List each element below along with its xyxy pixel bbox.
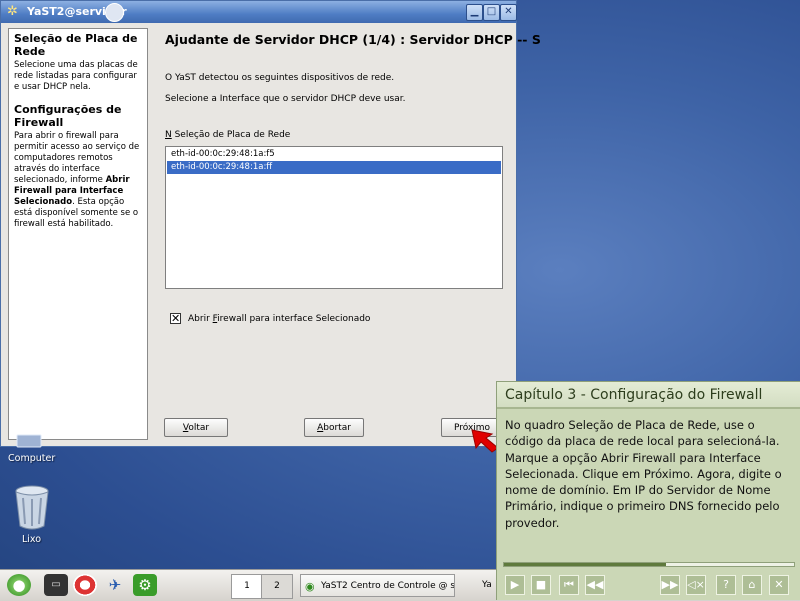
- task-yast-control-center[interactable]: ◉ YaST2 Centro de Controle @ s: [300, 574, 455, 597]
- list-item-device[interactable]: eth-id-00:0c:29:48:1a:f5: [167, 148, 501, 161]
- maximize-icon[interactable]: □: [483, 4, 500, 21]
- rewind-icon[interactable]: ◀◀: [585, 575, 605, 595]
- help-title-network-card: Seleção de Placa de Rede: [14, 32, 138, 58]
- help-text-network-card: Selecione uma das placas de rede listada…: [14, 60, 138, 92]
- workspace-2[interactable]: 2: [261, 574, 293, 599]
- yast-icon[interactable]: ⚙: [133, 574, 157, 596]
- trash-label[interactable]: Lixo: [22, 534, 41, 545]
- tutorial-progress-bar[interactable]: [503, 562, 795, 567]
- network-icon[interactable]: ✈: [103, 574, 127, 596]
- close-icon[interactable]: ✕: [769, 575, 789, 595]
- suse-hat-icon: [105, 3, 124, 22]
- select-interface-text: Selecione a Interface que o servidor DHC…: [165, 94, 406, 104]
- yast-small-icon: ◉: [305, 580, 315, 593]
- page-title: Ajudante de Servidor DHCP (1/4) : Servid…: [165, 32, 541, 47]
- tutorial-progress-fill: [504, 563, 667, 566]
- close-icon[interactable]: ✕: [500, 4, 517, 21]
- tutorial-title: Capítulo 3 - Configuração do Firewall: [497, 382, 800, 409]
- workspace-1[interactable]: 1: [231, 574, 263, 599]
- detected-devices-text: O YaST detectou os seguintes dispositivo…: [165, 73, 395, 83]
- help-text-firewall: Para abrir o firewall para permitir aces…: [14, 131, 140, 229]
- yast-window: ✲ YaST2@servidor ▁ □ ✕ Seleção de Placa …: [0, 0, 541, 447]
- open-firewall-checkbox[interactable]: ✕: [170, 313, 181, 324]
- fast-forward-icon[interactable]: ▶▶: [660, 575, 680, 595]
- tutorial-panel: Capítulo 3 - Configuração do Firewall No…: [496, 381, 800, 600]
- open-firewall-label[interactable]: Abrir Firewall para interface Selecionad…: [188, 314, 370, 324]
- abort-button[interactable]: Abortar: [304, 418, 364, 437]
- terminal-icon[interactable]: ▭: [44, 574, 68, 596]
- computer-desktop-icon[interactable]: [14, 433, 44, 449]
- network-card-list[interactable]: eth-id-00:0c:29:48:1a:f5 eth-id-00:0c:29…: [165, 146, 503, 289]
- window-titlebar[interactable]: ✲ YaST2@servidor ▁ □ ✕: [1, 1, 517, 23]
- help-panel[interactable]: Seleção de Placa de Rede Selecione uma d…: [8, 28, 148, 440]
- mute-icon[interactable]: ◁×: [686, 575, 706, 595]
- tutorial-body: No quadro Seleção de Placa de Rede, use …: [505, 418, 782, 530]
- play-icon[interactable]: ▶: [505, 575, 525, 595]
- back-button[interactable]: Voltar: [164, 418, 228, 437]
- skip-back-icon[interactable]: ⏮: [559, 575, 579, 595]
- suse-menu-icon[interactable]: ●: [7, 574, 31, 596]
- lifebuoy-icon[interactable]: [73, 574, 97, 596]
- help-icon[interactable]: ?: [716, 575, 736, 595]
- help-title-firewall: Configurações de Firewall: [14, 103, 122, 129]
- gear-icon[interactable]: ✲: [7, 4, 23, 20]
- stop-icon[interactable]: ■: [531, 575, 551, 595]
- list-item-device-selected[interactable]: eth-id-00:0c:29:48:1a:ff: [167, 161, 501, 174]
- minimize-icon[interactable]: ▁: [466, 4, 483, 21]
- trash-icon[interactable]: [11, 484, 53, 532]
- network-card-list-label: N Seleção de Placa de Rede: [165, 130, 291, 140]
- home-icon[interactable]: ⌂: [742, 575, 762, 595]
- computer-desktop-label[interactable]: Computer: [8, 453, 55, 464]
